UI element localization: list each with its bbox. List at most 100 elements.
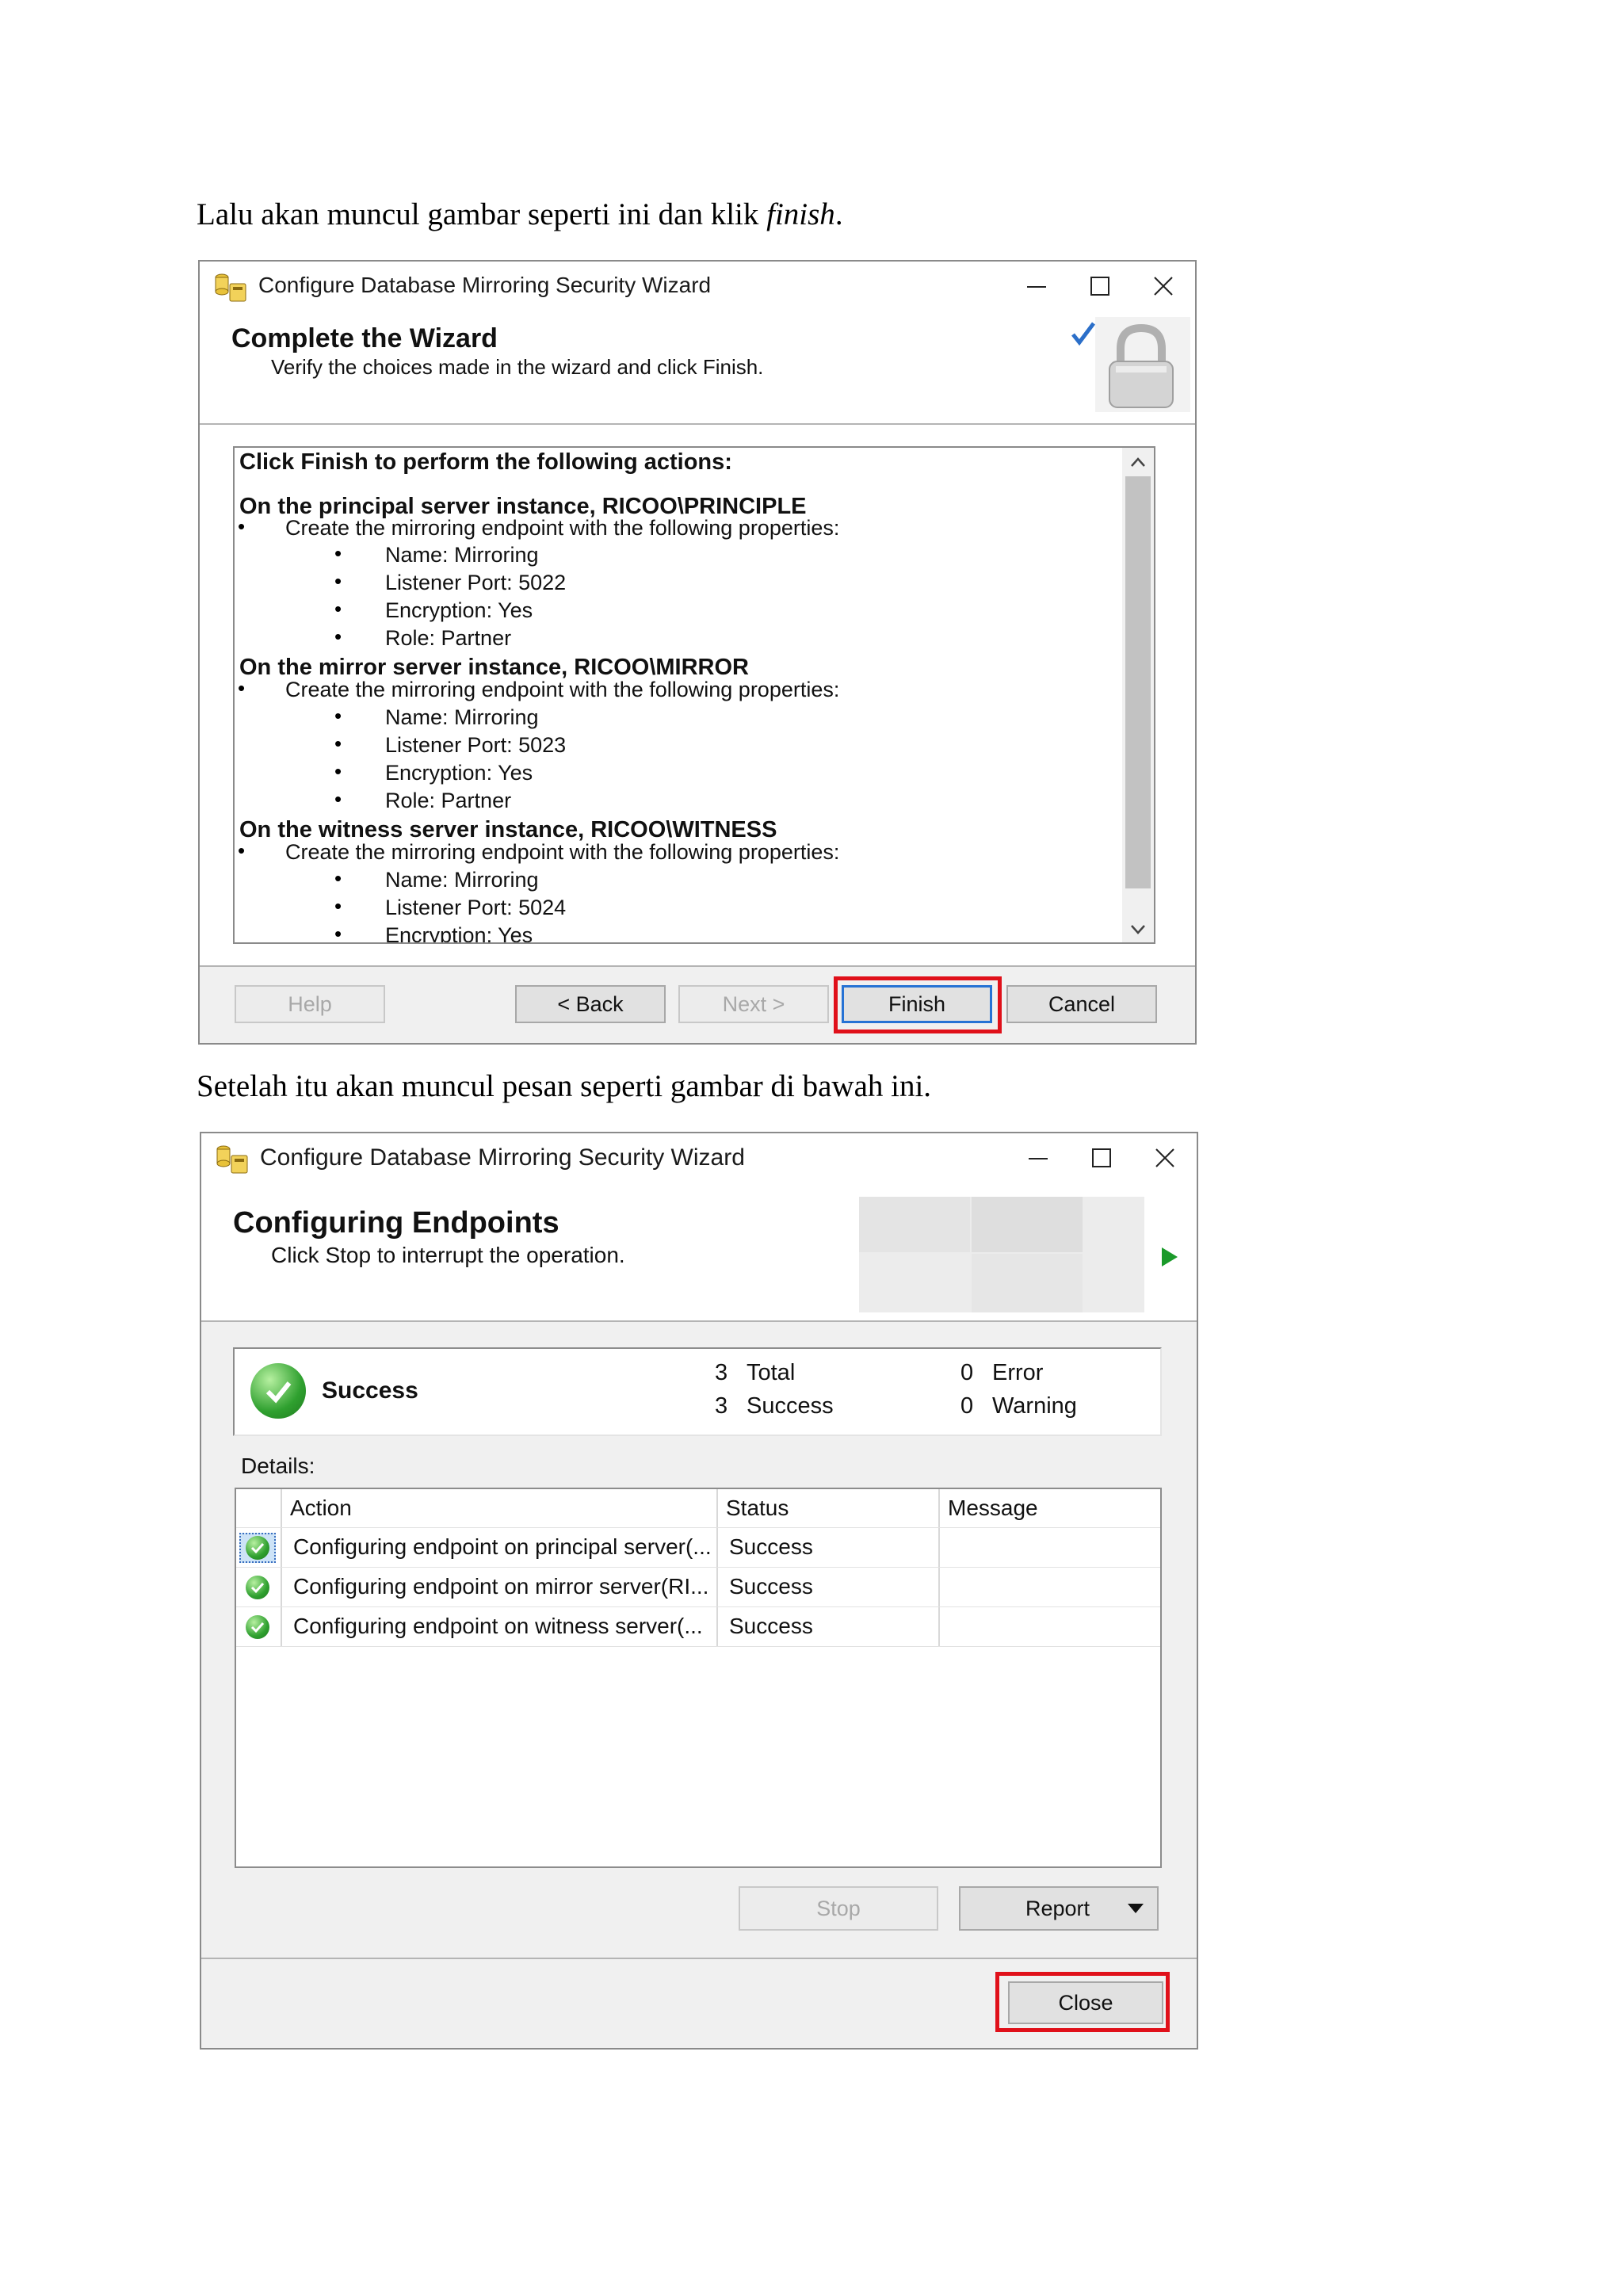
principal-encryption: Encryption: Yes	[385, 598, 533, 622]
page-heading: Configuring Endpoints	[233, 1206, 559, 1240]
stop-button[interactable]: Stop	[739, 1886, 938, 1931]
progress-graphic	[859, 1197, 1144, 1312]
window-title: Configure Database Mirroring Security Wi…	[260, 1144, 745, 1171]
details-grid[interactable]: Action Status Message Configuring endpoi…	[235, 1488, 1162, 1868]
minimize-icon	[1027, 286, 1046, 288]
warning-label: Warning	[992, 1393, 1077, 1419]
column-header-message[interactable]: Message	[948, 1489, 1038, 1527]
report-button[interactable]: Report	[959, 1886, 1159, 1931]
success-check-icon	[246, 1615, 269, 1639]
principal-create-line: Create the mirroring endpoint with the f…	[285, 516, 840, 540]
bullet: •	[334, 922, 342, 944]
mirror-role: Role: Partner	[385, 789, 512, 812]
column-header-action[interactable]: Action	[290, 1489, 352, 1527]
table-row[interactable]: Configuring endpoint on witness server(.…	[236, 1607, 1160, 1646]
principal-role: Role: Partner	[385, 626, 512, 650]
help-button[interactable]: Help	[235, 985, 385, 1023]
row-divider	[236, 1646, 1160, 1647]
total-count: 3	[715, 1360, 728, 1385]
success-check-icon	[250, 1363, 306, 1419]
paragraph-period: .	[834, 197, 843, 231]
column-header-status[interactable]: Status	[726, 1489, 789, 1527]
minimize-icon	[1029, 1158, 1048, 1159]
bullet: •	[334, 894, 342, 918]
close-icon	[1154, 277, 1173, 296]
close-icon	[1155, 1148, 1174, 1167]
scrollbar-thumb[interactable]	[1125, 476, 1151, 888]
bullet: •	[238, 839, 246, 862]
wizard-app-icon	[216, 1145, 248, 1174]
status-summary-panel: Success 3 Total 3 Success 0 Error 0 Warn…	[233, 1347, 1162, 1436]
minimize-button[interactable]	[1006, 1133, 1070, 1182]
page-subheading: Verify the choices made in the wizard an…	[271, 355, 764, 379]
row-status: Success	[729, 1574, 813, 1599]
maximize-icon	[1090, 277, 1109, 296]
close-highlight-box	[995, 1972, 1170, 2032]
bullet: •	[334, 569, 342, 593]
scroll-down-icon[interactable]	[1130, 923, 1146, 936]
wizard-app-icon	[215, 273, 246, 302]
footer-divider	[201, 1958, 1197, 1959]
bullet: •	[334, 787, 342, 811]
bullet: •	[334, 732, 342, 755]
table-row[interactable]: Configuring endpoint on mirror server(RI…	[236, 1568, 1160, 1606]
row-action: Configuring endpoint on witness server(.…	[293, 1614, 703, 1638]
paragraph-italic-word: finish	[766, 197, 835, 231]
play-arrow-icon	[1162, 1247, 1178, 1266]
row-action: Configuring endpoint on principal server…	[293, 1534, 712, 1559]
title-bar: Configure Database Mirroring Security Wi…	[200, 262, 1195, 311]
mirror-create-line: Create the mirroring endpoint with the f…	[285, 678, 840, 701]
witness-port: Listener Port: 5024	[385, 896, 567, 919]
bullet: •	[334, 541, 342, 565]
bullet: •	[334, 866, 342, 890]
scroll-up-icon[interactable]	[1130, 456, 1146, 468]
success-check-icon	[246, 1576, 269, 1599]
minimize-button[interactable]	[1005, 262, 1068, 311]
warning-count: 0	[960, 1393, 974, 1419]
error-label: Error	[992, 1360, 1044, 1385]
mirror-port: Listener Port: 5023	[385, 733, 567, 757]
dropdown-arrow-icon	[1128, 1904, 1144, 1913]
witness-name: Name: Mirroring	[385, 868, 539, 892]
witness-encryption: Encryption: Yes	[385, 923, 533, 944]
bullet: •	[334, 625, 342, 648]
lock-icon	[1071, 317, 1190, 412]
principal-name: Name: Mirroring	[385, 543, 539, 567]
success-label: Success	[747, 1393, 834, 1419]
witness-create-line: Create the mirroring endpoint with the f…	[285, 840, 840, 864]
back-button[interactable]: < Back	[515, 985, 666, 1023]
close-window-button[interactable]	[1133, 1133, 1197, 1182]
summary-intro: Click Finish to perform the following ac…	[239, 449, 732, 475]
next-button[interactable]: Next >	[678, 985, 829, 1023]
paragraph-text: Lalu akan muncul gambar seperti ini dan …	[197, 197, 767, 231]
bullet: •	[238, 514, 246, 538]
bullet: •	[334, 759, 342, 783]
finish-highlight-box	[834, 976, 1002, 1033]
error-count: 0	[960, 1360, 974, 1385]
status-label: Success	[322, 1377, 418, 1404]
row-status: Success	[729, 1534, 813, 1559]
mirror-name: Name: Mirroring	[385, 705, 539, 729]
maximize-button[interactable]	[1068, 262, 1132, 311]
mirror-encryption: Encryption: Yes	[385, 761, 533, 785]
principal-port: Listener Port: 5022	[385, 571, 567, 594]
table-row[interactable]: Configuring endpoint on principal server…	[236, 1528, 1160, 1567]
summary-scrollbar[interactable]	[1122, 448, 1154, 942]
maximize-icon	[1092, 1148, 1111, 1167]
header-divider	[200, 423, 1195, 425]
instruction-paragraph-2: Setelah itu akan muncul pesan seperti ga…	[197, 1069, 932, 1103]
row-action: Configuring endpoint on mirror server(RI…	[293, 1574, 709, 1599]
bullet: •	[334, 597, 342, 621]
title-bar: Configure Database Mirroring Security Wi…	[201, 1133, 1197, 1182]
page-heading: Complete the Wizard	[231, 323, 498, 353]
instruction-paragraph-1: Lalu akan muncul gambar seperti ini dan …	[197, 197, 843, 232]
maximize-button[interactable]	[1070, 1133, 1133, 1182]
cancel-button[interactable]: Cancel	[1006, 985, 1157, 1023]
close-window-button[interactable]	[1132, 262, 1195, 311]
success-count: 3	[715, 1393, 728, 1419]
bullet: •	[238, 676, 246, 700]
total-label: Total	[747, 1360, 796, 1385]
window-title: Configure Database Mirroring Security Wi…	[258, 273, 712, 297]
details-label: Details:	[241, 1454, 315, 1478]
summary-textbox[interactable]: Click Finish to perform the following ac…	[233, 446, 1155, 944]
